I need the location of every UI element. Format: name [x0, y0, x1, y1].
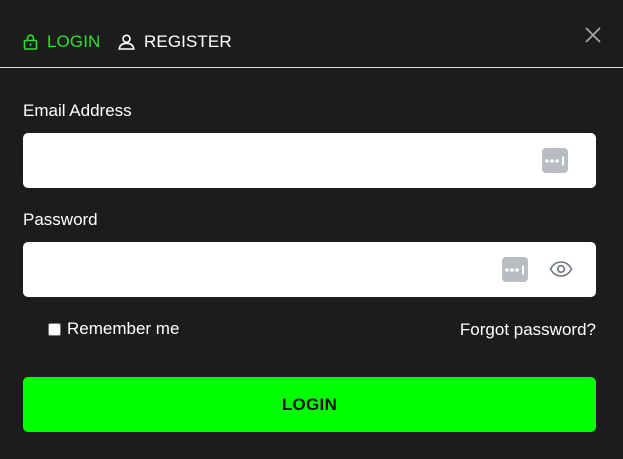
- close-button[interactable]: [583, 25, 603, 45]
- password-label: Password: [23, 210, 98, 229]
- email-field-wrapper: [23, 133, 596, 188]
- login-button[interactable]: LOGIN: [23, 377, 596, 432]
- login-modal: LOGIN REGISTER Email Address Password Re…: [0, 0, 623, 459]
- close-icon: [585, 27, 601, 43]
- forgot-password-link[interactable]: Forgot password?: [460, 320, 596, 340]
- tab-register-label: REGISTER: [144, 32, 232, 51]
- email-label: Email Address: [23, 101, 132, 120]
- auth-tabs: LOGIN REGISTER: [0, 0, 623, 68]
- user-icon: [118, 34, 135, 50]
- email-field[interactable]: [23, 133, 596, 188]
- password-manager-icon[interactable]: [542, 148, 568, 173]
- lock-icon: [23, 34, 38, 50]
- password-field-wrapper: [23, 242, 596, 297]
- eye-icon: [549, 261, 573, 277]
- tab-login-label: LOGIN: [47, 32, 101, 51]
- show-password-button[interactable]: [549, 258, 573, 280]
- remember-me[interactable]: Remember me: [48, 319, 179, 339]
- password-manager-icon[interactable]: [502, 257, 528, 282]
- remember-me-checkbox[interactable]: [48, 322, 61, 336]
- tab-login[interactable]: LOGIN: [23, 30, 100, 54]
- remember-me-label: Remember me: [67, 319, 180, 338]
- tab-register[interactable]: REGISTER: [118, 30, 232, 54]
